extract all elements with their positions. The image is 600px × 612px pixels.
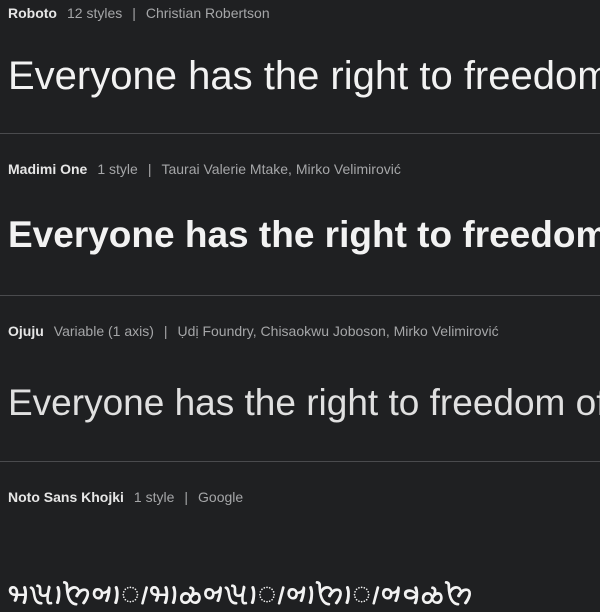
separator: | [147, 161, 152, 177]
font-designers: Taurai Valerie Mtake, Mirko Velimirović [161, 161, 401, 177]
font-sample: Everyone has the right to freedom of tho… [8, 54, 600, 98]
font-name[interactable]: Madimi One [8, 161, 87, 177]
font-styles: Variable (1 axis) [53, 323, 154, 339]
font-meta: Noto Sans Khojki 1 style | Google [8, 489, 243, 505]
font-styles: 1 style [97, 161, 138, 177]
font-card-ojuju[interactable]: Ojuju Variable (1 axis) | Ụdị Foundry, Chis… [0, 296, 600, 462]
font-sample: 𑈢𑈩𑈬𑈘𑈞𑈬𑈵𑈢𑈬𑈫𑈞𑈩𑈬𑈵𑈞𑈬𑈘𑈬𑈵𑈞𑈨𑈫𑈘 [8, 575, 474, 611]
font-name[interactable]: Ojuju [8, 323, 44, 339]
font-card-madimi-one[interactable]: Madimi One 1 style | Taurai Valerie Mtake, … [0, 134, 600, 296]
font-sample: Everyone has the right to freedom of tho… [8, 382, 600, 423]
font-name[interactable]: Noto Sans Khojki [8, 489, 124, 505]
separator: | [132, 5, 136, 21]
font-name[interactable]: Roboto [8, 5, 57, 21]
separator: | [184, 489, 189, 505]
font-designers: Ụdị Foundry, Chisaokwu Joboson, Mirko Ve… [177, 323, 499, 339]
font-meta: Madimi One 1 style | Taurai Valerie Mtake, … [8, 161, 401, 177]
font-designers: Google [198, 489, 244, 505]
font-designers: Christian Robertson [145, 5, 270, 21]
font-styles: 12 styles [66, 5, 123, 21]
separator: | [163, 323, 168, 339]
font-sample: Everyone has the right to freedom of tho… [8, 214, 600, 255]
font-meta: Roboto 12 styles | Christian Robertson [8, 5, 270, 21]
font-card-roboto[interactable]: Roboto 12 styles | Christian Robertson Ever… [0, 0, 600, 134]
font-meta: Ojuju Variable (1 axis) | Ụdị Foundry, Chis… [8, 323, 499, 339]
font-card-noto-sans-khojki[interactable]: Noto Sans Khojki 1 style | Google 𑈢𑈩𑈬𑈘𑈞𑈬𑈵𑈢𑈬… [0, 462, 600, 612]
font-styles: 1 style [133, 489, 175, 505]
